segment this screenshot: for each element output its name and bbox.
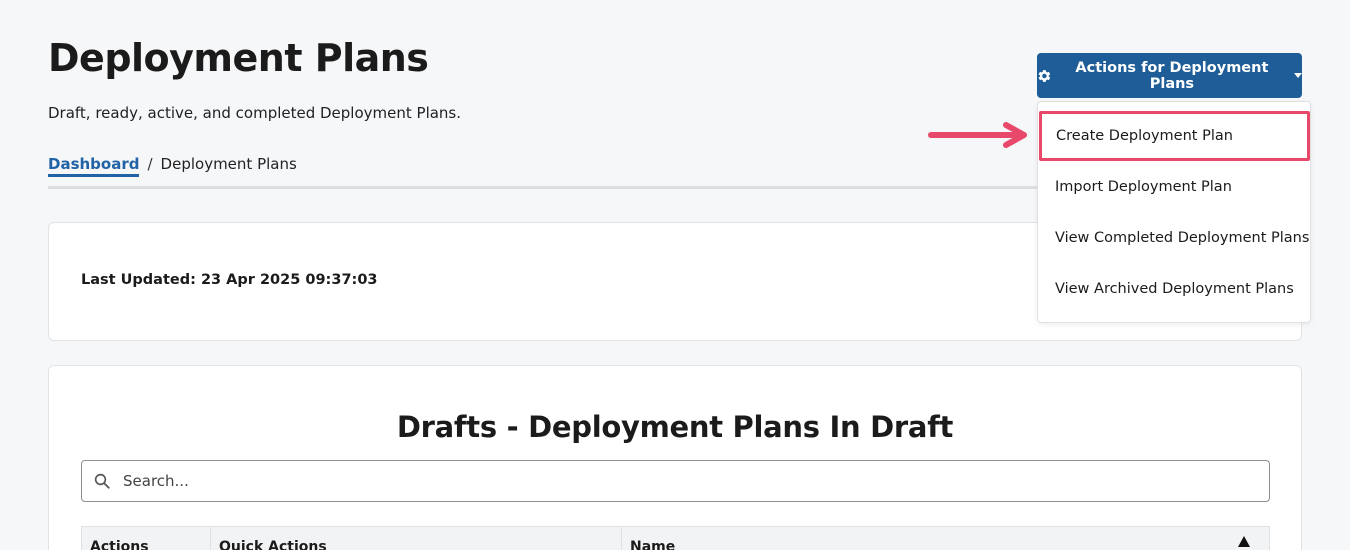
actions-button-label: Actions for Deployment Plans bbox=[1075, 59, 1269, 92]
page-title: Deployment Plans bbox=[48, 36, 429, 80]
menu-item-view-archived[interactable]: View Archived Deployment Plans bbox=[1038, 274, 1310, 304]
search-box bbox=[81, 460, 1270, 502]
caret-down-icon bbox=[1294, 73, 1302, 78]
sort-ascending-icon[interactable] bbox=[1238, 536, 1250, 547]
column-header-quick-actions: Quick Actions bbox=[211, 527, 622, 550]
column-header-name-label: Name bbox=[630, 539, 676, 550]
column-header-name[interactable]: Name bbox=[622, 527, 1269, 550]
drafts-card: Drafts - Deployment Plans In Draft Actio… bbox=[48, 365, 1302, 550]
breadcrumb-separator: / bbox=[147, 155, 153, 173]
breadcrumb-current: Deployment Plans bbox=[160, 155, 297, 173]
drafts-table-header: Actions Quick Actions Name bbox=[81, 526, 1270, 550]
pointer-arrow-icon bbox=[928, 122, 1027, 148]
column-header-actions: Actions bbox=[82, 527, 211, 550]
menu-item-create-deployment-plan[interactable]: Create Deployment Plan bbox=[1039, 111, 1310, 161]
menu-item-view-completed[interactable]: View Completed Deployment Plans bbox=[1038, 223, 1310, 253]
breadcrumb-dashboard-link[interactable]: Dashboard bbox=[48, 155, 140, 177]
actions-dropdown-menu: Create Deployment Plan Import Deployment… bbox=[1037, 101, 1311, 323]
search-input[interactable] bbox=[123, 472, 1223, 490]
page: Deployment Plans Draft, ready, active, a… bbox=[0, 0, 1350, 550]
search-icon bbox=[94, 473, 110, 489]
actions-dropdown-button[interactable]: Actions for Deployment Plans bbox=[1037, 53, 1302, 98]
page-subtitle: Draft, ready, active, and completed Depl… bbox=[48, 104, 462, 122]
breadcrumb: Dashboard / Deployment Plans bbox=[48, 155, 297, 177]
menu-item-import-deployment-plan[interactable]: Import Deployment Plan bbox=[1038, 172, 1310, 202]
drafts-section-title: Drafts - Deployment Plans In Draft bbox=[396, 410, 954, 444]
last-updated-text: Last Updated: 23 Apr 2025 09:37:03 bbox=[81, 272, 378, 288]
gear-icon bbox=[1038, 69, 1051, 82]
